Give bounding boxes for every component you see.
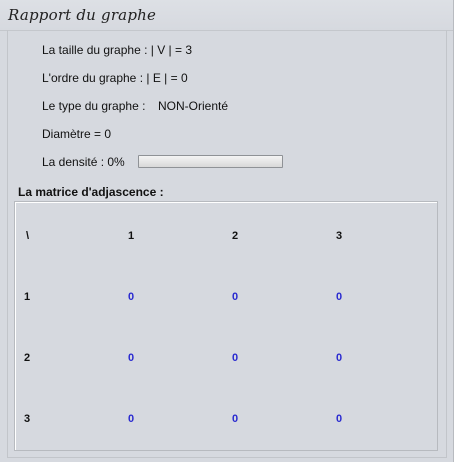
adjacency-matrix-panel: \ 1 2 3 1 0 0 0 2 0 0 0 3 0 0 0 [14, 201, 438, 451]
matrix-row-header: 1 [24, 291, 31, 303]
graph-order-label: L'ordre du graphe : | E | = 0 [42, 71, 188, 85]
graph-type-label: Le type du graphe : [42, 99, 146, 113]
graph-density-label: La densité : 0% [42, 155, 125, 169]
matrix-cell: 0 [232, 413, 239, 425]
matrix-row-header: 2 [24, 352, 31, 364]
matrix-cell: 0 [128, 413, 135, 425]
density-progress-bar [138, 155, 283, 168]
matrix-cell: 0 [336, 413, 343, 425]
matrix-column-header: 2 [232, 230, 239, 242]
adjacency-matrix-title: La matrice d'adjascence : [18, 185, 164, 199]
matrix-cell: 0 [128, 352, 135, 364]
matrix-corner-label: \ [26, 230, 30, 242]
graph-size-label: La taille du graphe : | V | = 3 [42, 43, 192, 57]
matrix-row-header: 3 [24, 413, 31, 425]
graph-type-value: NON-Orienté [158, 99, 229, 113]
matrix-column-header: 3 [336, 230, 343, 242]
graph-diameter-label: Diamètre = 0 [42, 127, 112, 141]
window-title: Rapport du graphe [8, 6, 157, 24]
report-title-bar: Rapport du graphe [0, 0, 454, 31]
matrix-cell: 0 [232, 291, 239, 303]
matrix-column-header: 1 [128, 230, 135, 242]
matrix-cell: 0 [128, 291, 135, 303]
matrix-cell: 0 [336, 352, 343, 364]
matrix-cell: 0 [336, 291, 343, 303]
matrix-cell: 0 [232, 352, 239, 364]
